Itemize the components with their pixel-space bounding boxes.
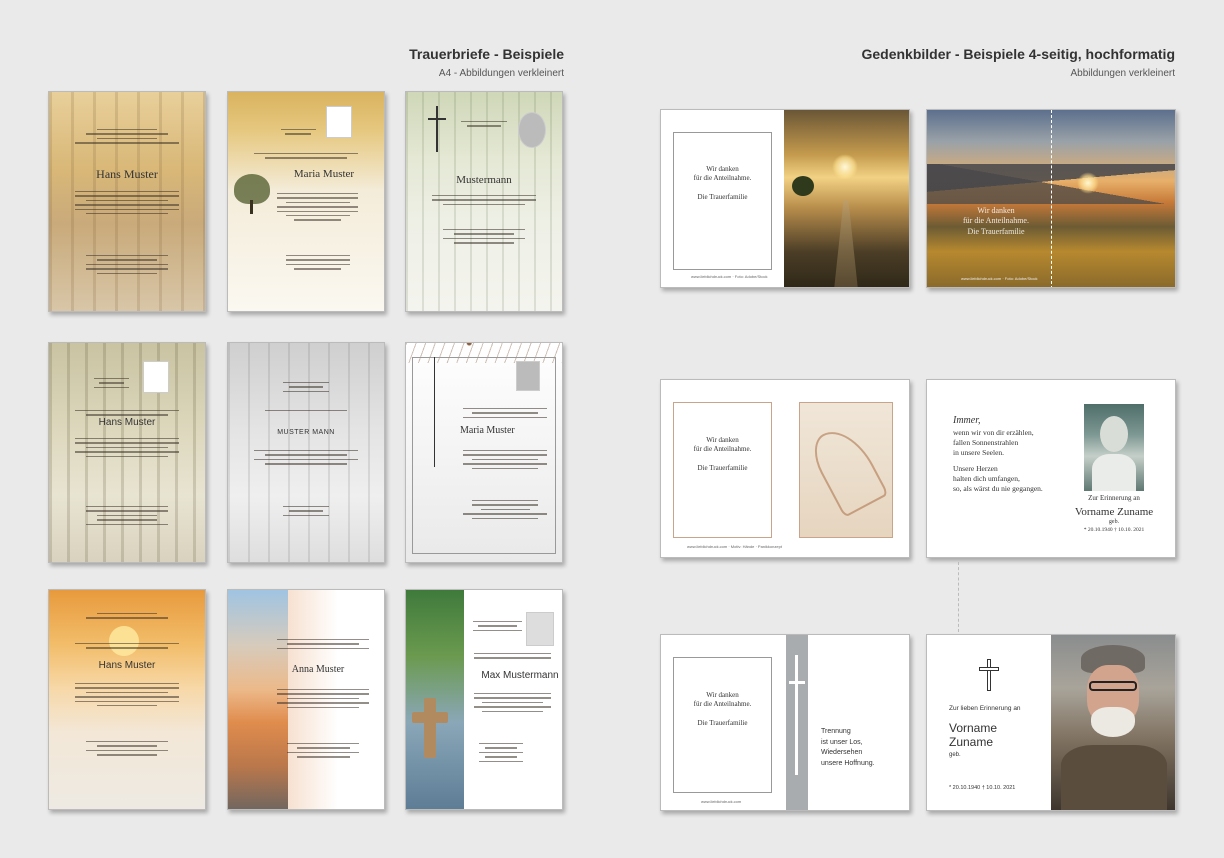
- letter-name: Mustermann: [456, 174, 512, 186]
- trauerbriefe-heading: Trauerbriefe - Beispiele A4 - Abbildunge…: [409, 46, 564, 79]
- letter-name: Anna Muster: [291, 664, 345, 675]
- thanks-line-1: Wir danken: [706, 165, 739, 173]
- letter-hans-muster-avenue[interactable]: Hans Muster: [48, 342, 206, 563]
- poem-text: Immer, wenn wir von dir erzählen, fallen…: [953, 415, 1043, 494]
- gedenkbilder-subtitle: Abbildungen verkleinert: [1070, 68, 1175, 79]
- thanks-line-2: für die Anteilnahme.: [963, 216, 1029, 226]
- gedenkbilder-title: Gedenkbilder - Beispiele 4-seitig, hochf…: [861, 46, 1175, 62]
- gedenkbild-cross-strip[interactable]: Wir danken für die Anteilnahme. Die Trau…: [660, 634, 910, 811]
- gedenkbild-sunrise-open[interactable]: Wir danken für die Anteilnahme. Die Trau…: [660, 109, 910, 288]
- gedenkbilder-heading: Gedenkbilder - Beispiele 4-seitig, hochf…: [861, 46, 1175, 79]
- trauerbriefe-subtitle: A4 - Abbildungen verkleinert: [438, 68, 564, 79]
- gedenkbild-poem-portrait-inside[interactable]: Immer, wenn wir von dir erzählen, fallen…: [926, 379, 1176, 558]
- memory-label: Zur lieben Erinnerung an: [949, 705, 1021, 712]
- deceased-last-name: Zuname: [949, 735, 994, 750]
- gedenkbild-footer: www.lieblichdruck.com · Foto: Adobe/Stoc…: [691, 274, 768, 279]
- portrait-photo: [1084, 404, 1144, 491]
- letter-mustermann-cross-forest[interactable]: Mustermann: [405, 91, 563, 312]
- letter-name: Max Mustermann: [481, 670, 559, 681]
- gedenkbild-footer: www.lieblichdruck.com · Foto: Adobe/Stoc…: [961, 276, 1038, 281]
- photo-placeholder: [326, 106, 352, 138]
- trauerbriefe-title: Trauerbriefe - Beispiele: [409, 46, 564, 62]
- letter-name: Hans Muster: [98, 417, 156, 428]
- thanks-line-2: für die Anteilnahme.: [693, 700, 752, 709]
- gedenkbild-footer: www.lieblichdruck.com: [701, 799, 742, 804]
- memory-label: Zur Erinnerung an: [1088, 494, 1140, 502]
- life-dates: * 20.10.1940 † 10.10. 2021: [1083, 527, 1145, 533]
- family-signature: Die Trauerfamilie: [697, 719, 748, 728]
- gedenkbild-footer: www.lieblichdruck.com · Motiv: Hände · P…: [687, 544, 782, 549]
- thanks-line-2: für die Anteilnahme.: [693, 174, 752, 183]
- letter-maria-muster-tree[interactable]: Maria Muster: [227, 91, 385, 312]
- portrait-photo: [1051, 635, 1175, 810]
- letter-name: Hans Muster: [98, 660, 156, 671]
- photo-placeholder: [516, 361, 540, 391]
- family-signature: Die Trauerfamilie: [697, 464, 748, 473]
- life-dates: * 20.10.1940 † 10.10. 2021: [949, 785, 1016, 791]
- thanks-line-1: Wir danken: [706, 436, 739, 444]
- thanks-line-1: Wir danken: [706, 691, 739, 699]
- letter-name: Maria Muster: [460, 425, 515, 436]
- photo-placeholder: [518, 112, 546, 148]
- letter-hans-muster-forest[interactable]: Hans Muster: [48, 91, 206, 312]
- gedenkbild-man-portrait-outside[interactable]: Zur lieben Erinnerung an Vorname Zuname …: [926, 634, 1176, 811]
- born-label: geb.: [949, 751, 961, 758]
- letter-name: Hans Muster: [96, 167, 158, 181]
- photo-placeholder: [143, 361, 169, 393]
- family-signature: Die Trauerfamilie: [697, 193, 748, 202]
- cross-icon: [979, 659, 999, 691]
- letter-anna-muster-sea[interactable]: Anna Muster: [227, 589, 385, 810]
- thanks-line-1: Wir danken: [977, 206, 1015, 215]
- photo-placeholder: [526, 612, 554, 646]
- praying-hands-image: [799, 402, 893, 538]
- family-signature: Die Trauerfamilie: [967, 226, 1025, 236]
- thanks-line-2: für die Anteilnahme.: [693, 445, 752, 454]
- deceased-first-name: Vorname: [949, 721, 998, 735]
- letter-mustermann-grey-forest[interactable]: MUSTER MANN: [227, 342, 385, 563]
- deceased-name: Vorname Zuname: [1074, 506, 1154, 519]
- cross-strip: [786, 635, 808, 810]
- letter-name: MUSTER MANN: [277, 429, 335, 436]
- letter-max-mustermann-wooden-cross[interactable]: Max Mustermann: [405, 589, 563, 810]
- letter-hans-muster-sunset[interactable]: Hans Muster: [48, 589, 206, 810]
- gedenkbild-mountain-outside[interactable]: Wir danken für die Anteilnahme. Die Trau…: [926, 109, 1176, 288]
- letter-name: Maria Muster: [293, 168, 355, 180]
- gedenkbild-praying-hands-outside[interactable]: Wir danken für die Anteilnahme. Die Trau…: [660, 379, 910, 558]
- cross-icon: [795, 655, 798, 775]
- poem-text: Trennung ist unser Los, Wiedersehen unse…: [821, 728, 875, 767]
- letter-maria-muster-branch[interactable]: Maria Muster: [405, 342, 563, 563]
